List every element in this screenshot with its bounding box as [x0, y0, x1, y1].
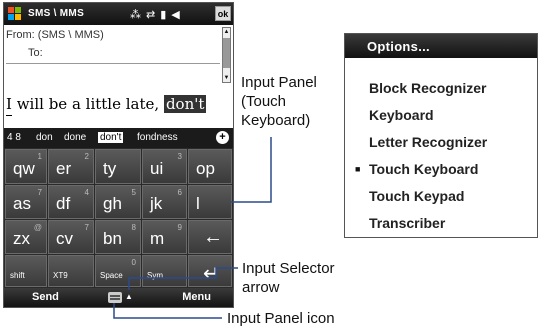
input-panel-icon-leader	[113, 303, 222, 319]
active-bullet-icon: ■	[355, 164, 361, 174]
menu-item-block-recognizer[interactable]: Block Recognizer	[369, 80, 486, 96]
input-options-menu: Options... Block Recognizer Keyboard Let…	[344, 33, 538, 238]
menu-item-keyboard[interactable]: Keyboard	[369, 107, 434, 123]
input-panel-leader	[231, 137, 272, 203]
input-panel-callout: Input Panel (Touch Keyboard)	[241, 74, 317, 129]
menu-item-touch-keypad[interactable]: Touch Keypad	[369, 188, 464, 204]
input-panel-icon-callout: Input Panel icon	[227, 310, 335, 326]
menu-item-letter-recognizer[interactable]: Letter Recognizer	[369, 134, 487, 150]
menu-item-transcriber[interactable]: Transcriber	[369, 215, 445, 231]
menu-item-touch-keyboard[interactable]: Touch Keyboard	[369, 161, 478, 177]
options-menu-header[interactable]: Options...	[345, 34, 537, 58]
input-selector-leader	[128, 267, 238, 290]
input-selector-callout: Input Selector arrow	[242, 260, 335, 296]
